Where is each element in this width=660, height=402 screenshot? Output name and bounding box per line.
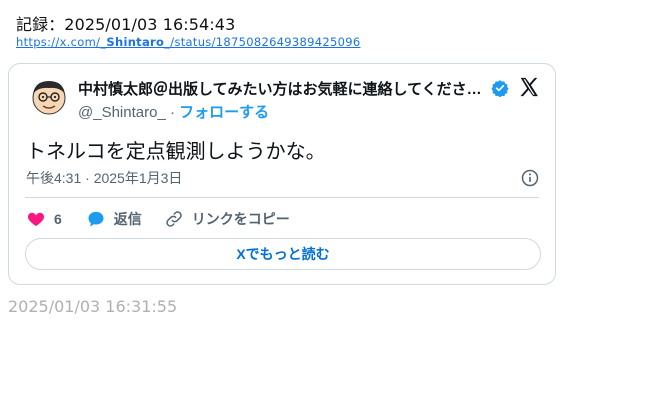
copy-link-button[interactable]: リンクをコピー <box>164 209 290 229</box>
x-logo-icon[interactable] <box>518 76 540 98</box>
reply-bubble-icon <box>88 211 104 227</box>
handle-row: @_Shintaro_ · フォローする <box>78 101 269 122</box>
read-more-button[interactable]: Xでもっと読む <box>25 238 541 270</box>
action-bar: 6 返信 リンクをコピー <box>26 207 312 231</box>
tweet-url-link[interactable]: https://x.com/_Shintaro_/status/18750826… <box>16 35 360 49</box>
reply-button[interactable]: 返信 <box>86 209 142 229</box>
like-count: 6 <box>54 211 62 227</box>
follow-button[interactable]: フォローする <box>179 104 269 121</box>
handle-separator: · <box>169 104 175 121</box>
info-icon[interactable] <box>520 168 540 188</box>
url-prefix: https://x.com/ <box>16 35 101 49</box>
record-timestamp: 記録：2025/01/03 16:54:43 <box>16 15 236 34</box>
tweet-text: トネルコを定点観測しようかな。 <box>26 139 326 163</box>
handle[interactable]: @_Shintaro_ <box>78 104 166 121</box>
url-user: _Shintaro_ <box>100 35 171 49</box>
verified-badge-icon <box>491 80 509 97</box>
copy-link-label: リンクをコピー <box>191 211 290 227</box>
heart-icon <box>27 212 45 227</box>
divider <box>25 197 539 198</box>
link-icon <box>166 211 182 227</box>
reply-label: 返信 <box>113 211 142 227</box>
tweet-timestamp[interactable]: 午後4:31 · 2025年1月3日 <box>26 168 182 188</box>
avatar[interactable] <box>30 78 68 116</box>
footer-timestamp: 2025/01/03 16:31:55 <box>8 297 178 316</box>
url-suffix: /status/1875082649389425096 <box>170 35 361 49</box>
like-button[interactable]: 6 <box>26 209 62 229</box>
display-name[interactable]: 中村慎太郎＠出版してみたい方はお気軽に連絡してくださ… <box>78 78 484 99</box>
tweet-embed-card: 中村慎太郎＠出版してみたい方はお気軽に連絡してくださ… @_Shintaro_ … <box>8 63 556 285</box>
